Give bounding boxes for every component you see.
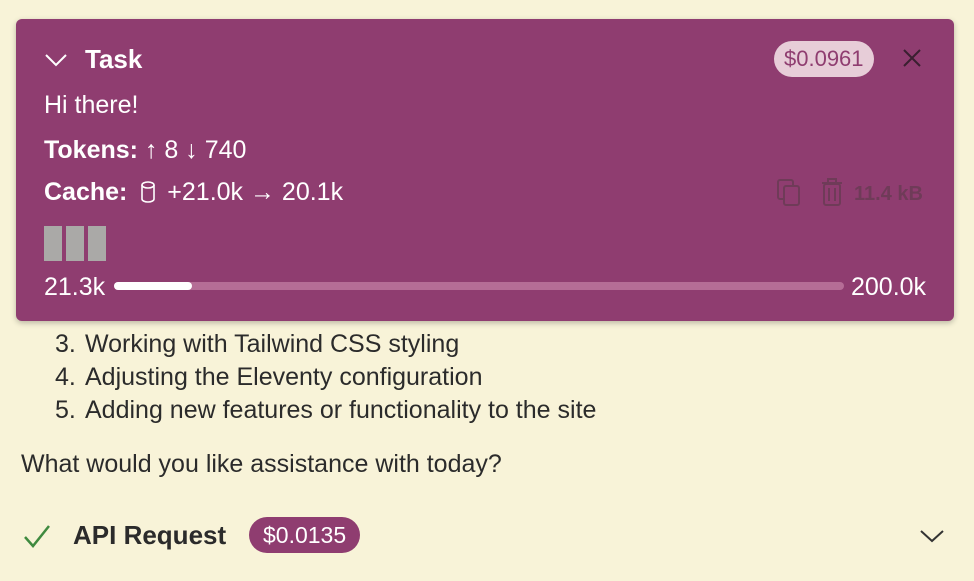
copy-icon[interactable] <box>776 178 802 208</box>
database-icon <box>141 181 156 203</box>
suggestion-list: 3. Working with Tailwind CSS styling 4. Ad… <box>55 328 596 427</box>
list-item-text: Working with Tailwind CSS styling <box>85 330 460 358</box>
tokens-out: ↓ 740 <box>185 136 247 164</box>
tokens-row: Tokens: ↑ 8 ↓ 740 <box>44 136 246 165</box>
list-item-number: 4. <box>55 363 76 391</box>
list-item-text: Adjusting the Eleventy configuration <box>85 363 483 391</box>
trash-icon[interactable] <box>820 177 844 207</box>
context-window-fill <box>114 282 192 290</box>
list-item: 4. Adjusting the Eleventy configuration <box>55 361 596 394</box>
list-item-number: 5. <box>55 396 76 424</box>
cache-row: Cache: +21.0k → 20.1k <box>44 178 343 207</box>
list-item-text: Adding new features or functionality to … <box>85 396 597 424</box>
task-cost-badge: $0.0961 <box>774 41 874 77</box>
task-title[interactable]: Task <box>85 44 142 75</box>
context-segment <box>88 226 106 261</box>
tokens-in: ↑ 8 <box>144 136 179 164</box>
list-item: 5. Adding new features or functionality t… <box>55 394 596 427</box>
close-icon[interactable] <box>902 48 922 68</box>
api-request-row[interactable]: API Request $0.0135 <box>0 510 974 562</box>
chevron-down-icon[interactable] <box>918 527 946 545</box>
context-segment <box>44 226 62 261</box>
tokens-label: Tokens: <box>44 136 138 164</box>
context-window-progress <box>114 282 844 290</box>
context-segments <box>44 226 110 261</box>
cache-label: Cache: <box>44 178 128 206</box>
task-message: Hi there! <box>44 91 139 119</box>
task-size: 11.4 kB <box>854 183 923 205</box>
assistant-question: What would you like assistance with toda… <box>21 450 502 478</box>
cache-value: +21.0k → 20.1k <box>167 178 344 206</box>
context-segment <box>66 226 84 261</box>
check-icon <box>24 525 50 548</box>
task-header-panel: Task $0.0961 Hi there! Tokens: ↑ 8 ↓ 740… <box>16 19 954 321</box>
list-item: 3. Working with Tailwind CSS styling <box>55 328 596 361</box>
context-used-label: 21.3k <box>44 273 106 301</box>
chevron-down-icon[interactable] <box>44 52 68 68</box>
api-request-label: API Request <box>73 520 227 550</box>
api-request-cost-badge: $0.0135 <box>249 517 361 553</box>
list-item-number: 3. <box>55 330 76 358</box>
context-max-label: 200.0k <box>851 273 927 301</box>
